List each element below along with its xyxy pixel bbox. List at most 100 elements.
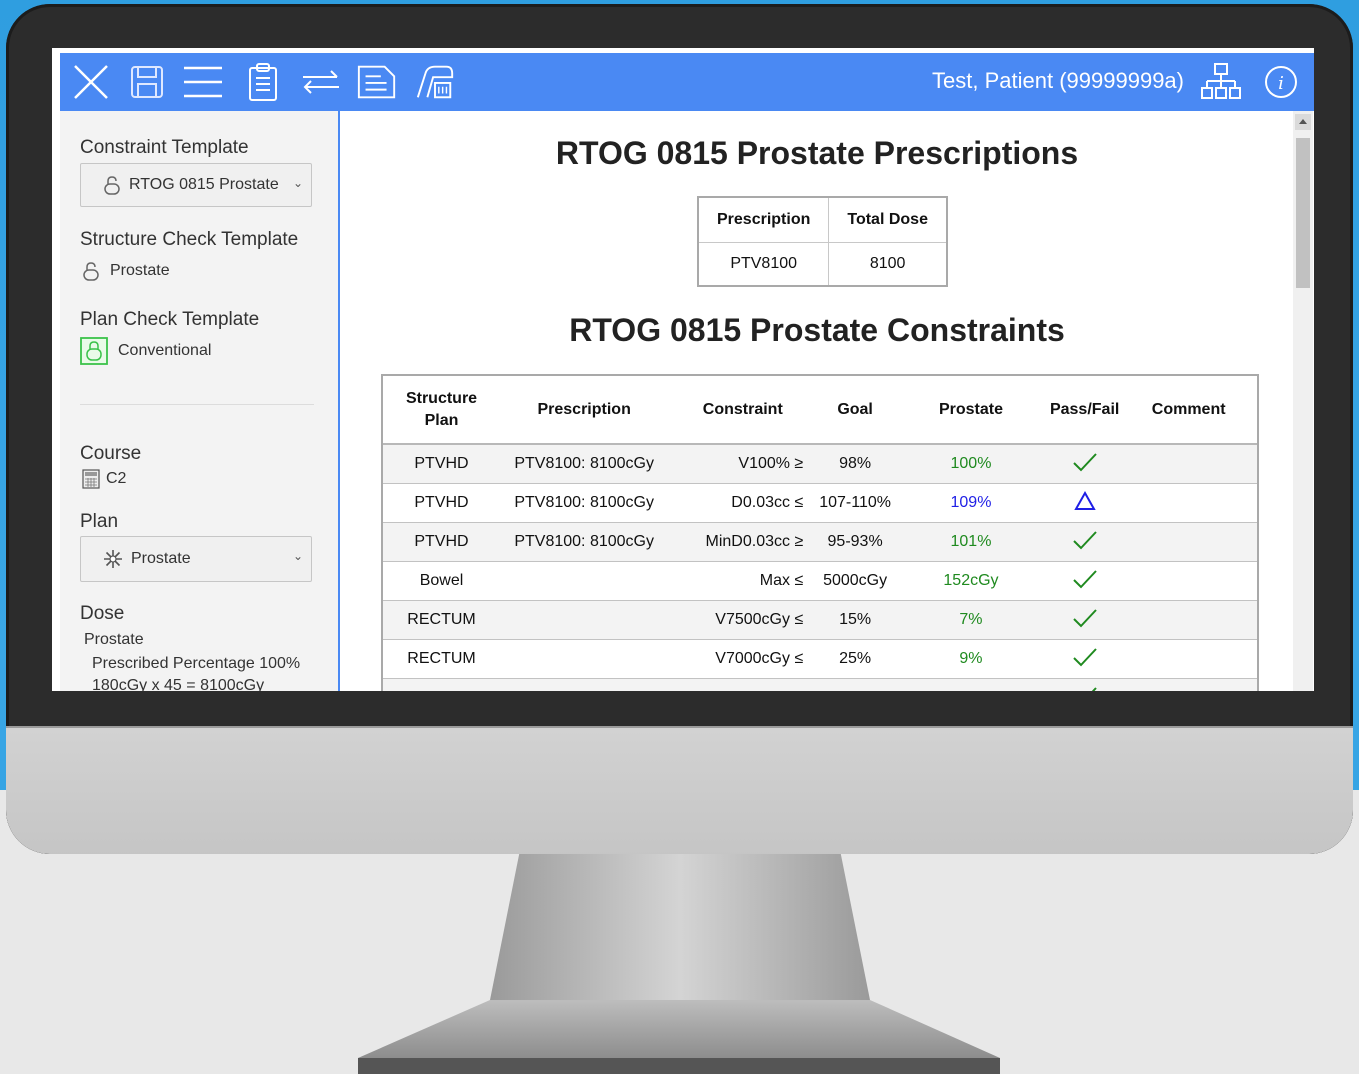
app-toolbar: Test, Patient (99999999a) i — [60, 53, 1314, 111]
unlock-icon — [103, 175, 121, 195]
screen: Test, Patient (99999999a) i Constraint T… — [52, 48, 1314, 691]
table-cell-goal: 5000cGy — [817, 561, 893, 601]
course-value-row: C2 — [82, 469, 126, 489]
clipboard-icon[interactable] — [242, 62, 284, 102]
table-cell-comment[interactable] — [1120, 600, 1257, 640]
table-cell-goal: 25% — [817, 639, 893, 679]
table-cell-comment[interactable] — [1120, 483, 1257, 523]
check-icon — [1072, 647, 1097, 666]
table-cell-prescription: PTV8100: 8100cGy — [500, 444, 669, 484]
eclipse-icon[interactable] — [414, 62, 456, 102]
structure-check-template[interactable]: Prostate — [82, 261, 170, 281]
table-cell-constraint: V7500cGy ≤ — [668, 600, 818, 640]
check-icon — [1072, 530, 1097, 549]
table-cell-value: 152cGy — [892, 561, 1049, 601]
check-icon — [1090, 686, 1097, 691]
dose-line: 180cGy x 45 = 8100cGy — [92, 677, 265, 691]
plan-check-value: Conventional — [118, 342, 212, 359]
course-value: C2 — [106, 470, 127, 487]
menu-icon[interactable] — [182, 62, 224, 102]
scrollbar-thumb[interactable] — [1296, 138, 1310, 288]
report-icon[interactable] — [356, 62, 398, 102]
close-icon[interactable] — [70, 62, 112, 102]
table-cell-constraint: V100% ≥ — [668, 444, 818, 484]
table-cell-prescription: PTV8100: 8100cGy — [500, 522, 669, 562]
table-cell-comment[interactable] — [1120, 561, 1257, 601]
header-line: Structure — [405, 389, 478, 407]
swap-icon[interactable] — [300, 62, 342, 102]
chevron-down-icon: ⌄ — [292, 549, 303, 563]
table-cell-prescription: PTV8100: 8100cGy — [500, 483, 669, 523]
table-cell-value: 11% — [892, 678, 1049, 691]
dose-line: Prostate — [84, 631, 144, 648]
dose-label: Dose — [80, 603, 125, 624]
prescriptions-title: RTOG 0815 Prostate Prescriptions — [555, 135, 1079, 171]
dose-line: Prescribed Percentage 100% — [92, 655, 301, 672]
table-cell-goal: 95-93% — [817, 522, 893, 562]
unlock-icon — [82, 261, 100, 281]
plan-value: Prostate — [131, 550, 191, 567]
constraint-template-value: RTOG 0815 Prostate — [129, 176, 279, 193]
table-cell-pass-fail — [1048, 600, 1121, 640]
table-cell-constraint: MinD0.03cc ≥ — [668, 522, 818, 562]
plan-select[interactable]: Prostate ⌄ — [80, 536, 312, 582]
scroll-up-button[interactable] — [1295, 114, 1311, 130]
table-cell-goal: 107-110% — [817, 483, 893, 523]
table-cell-structure: RECTUM — [383, 639, 500, 679]
table-row: PTVHD PTV8100: 8100cGy V100% ≥98% 100% — [383, 444, 1257, 484]
table-header: Pass/Fail — [1048, 376, 1121, 445]
table-cell-structure: Bowel — [383, 561, 500, 601]
table-cell-comment[interactable] — [1120, 522, 1257, 562]
chevron-down-icon: ⌄ — [292, 176, 303, 190]
table-header: Structure Plan — [383, 376, 500, 445]
table-cell-value: 109% — [892, 483, 1049, 523]
table-cell-structure: PTVHD — [383, 444, 500, 484]
plan-label: Plan — [80, 511, 119, 532]
header-line: Plan — [424, 411, 459, 429]
plan-check-template[interactable]: Conventional — [80, 337, 211, 365]
patient-name: Test, Patient (99999999a) — [932, 68, 1184, 93]
table-cell-prescription — [500, 561, 669, 601]
left-panel: Constraint Template RTOG 0815 Prostate ⌄… — [60, 111, 340, 691]
monitor: Test, Patient (99999999a) i Constraint T… — [6, 4, 1353, 854]
table-cell-constraint: V6500cGy ≤ — [668, 678, 818, 691]
table-row: RECTUM V7000cGy ≤25% 9% — [383, 639, 1257, 679]
divider — [80, 404, 314, 405]
table-cell-pass-fail — [1048, 483, 1121, 523]
table-cell-value: 101% — [892, 522, 1049, 562]
save-icon[interactable] — [126, 62, 168, 102]
table-cell-goal: 35% — [817, 678, 893, 691]
constraints-title: RTOG 0815 Prostate Constraints — [569, 312, 1065, 348]
main-content: RTOG 0815 Prostate Prescriptions Prescri… — [340, 111, 1294, 691]
table-row: RECTUM V6500cGy ≤35%11% — [383, 678, 1257, 691]
table-cell-pass-fail — [1048, 639, 1121, 679]
table-cell-goal: 98% — [817, 444, 893, 484]
network-icon[interactable] — [1200, 62, 1242, 102]
prescriptions-table: Prescription Total Dose PTV8100 8100 — [697, 196, 948, 287]
table-cell-pass-fail — [1048, 444, 1121, 484]
table-cell-comment[interactable] — [1120, 678, 1257, 691]
table-cell-comment[interactable] — [1120, 639, 1257, 679]
check-icon — [1072, 452, 1097, 471]
constraint-template-select[interactable]: RTOG 0815 Prostate ⌄ — [80, 163, 312, 207]
table-cell-comment[interactable] — [1120, 444, 1257, 484]
course-label: Course — [80, 443, 142, 464]
table-cell: PTV8100 — [697, 242, 830, 287]
svg-text:i: i — [1278, 73, 1284, 94]
table-cell-constraint: D0.03cc ≤ — [668, 483, 818, 523]
table-cell-pass-fail — [1048, 678, 1121, 691]
table-cell-constraint: V7000cGy ≤ — [668, 639, 818, 679]
unlock-icon — [80, 337, 108, 365]
table-cell-value: 100% — [892, 444, 1049, 484]
info-icon[interactable]: i — [1260, 62, 1302, 102]
constraint-template-label: Constraint Template — [80, 137, 249, 158]
table-header: Prescription — [697, 196, 830, 243]
table-cell-structure: RECTUM — [383, 600, 500, 640]
vertical-scrollbar[interactable] — [1293, 111, 1313, 691]
table-cell-prescription — [500, 639, 669, 679]
structure-check-label: Structure Check Template — [80, 229, 299, 250]
monitor-chin — [6, 726, 1353, 854]
table-header: Goal — [817, 376, 893, 445]
table-cell-value: 7% — [892, 600, 1049, 640]
structure-check-value: Prostate — [110, 262, 170, 279]
